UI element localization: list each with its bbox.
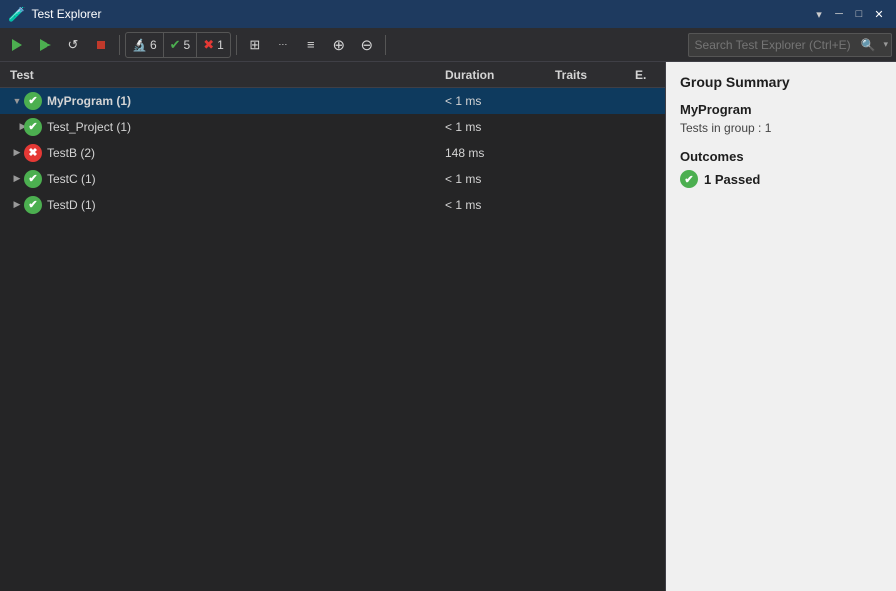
group-button[interactable]: ⊞: [242, 32, 268, 58]
status-icon-passed: ✔: [24, 92, 42, 110]
col-header-e: E.: [635, 68, 665, 82]
table-row[interactable]: ▶ ✔ TestD (1) < 1 ms: [0, 192, 665, 218]
sort-button[interactable]: ≡: [298, 32, 324, 58]
column-headers: Test Duration Traits E.: [0, 62, 665, 88]
expand-icon[interactable]: ▶: [10, 198, 24, 212]
test-name: TestB (2): [47, 146, 445, 160]
test-name: MyProgram (1): [47, 94, 445, 108]
passed-count-button[interactable]: ✔ 5: [164, 33, 198, 57]
test-name: TestD (1): [47, 198, 445, 212]
test-duration: 148 ms: [445, 146, 555, 160]
test-duration: < 1 ms: [445, 198, 555, 212]
summary-title: Group Summary: [680, 74, 882, 90]
app-icon: 🧪: [8, 6, 25, 23]
more-button[interactable]: ⋯: [270, 32, 296, 58]
table-row[interactable]: ▶ ✖ TestB (2) 148 ms: [0, 140, 665, 166]
title-bar: 🧪 Test Explorer ▾ ─ □ ✕: [0, 0, 896, 28]
col-header-duration: Duration: [445, 68, 555, 82]
close-button[interactable]: ✕: [870, 5, 888, 23]
dropdown-arrow-btn[interactable]: ▾: [810, 5, 828, 23]
summary-panel: Group Summary MyProgram Tests in group :…: [666, 62, 896, 591]
stop-button[interactable]: [88, 32, 114, 58]
table-row[interactable]: ▼ ✔ MyProgram (1) < 1 ms: [0, 88, 665, 114]
summary-outcome-item: ✔ 1 Passed: [680, 170, 882, 188]
search-icon-button[interactable]: 🔍: [856, 38, 881, 52]
total-count-button[interactable]: 🔬 6: [126, 33, 164, 57]
add-button[interactable]: ⊕: [326, 32, 352, 58]
main-content: Test Duration Traits E. ▼ ✔ MyProgram (1…: [0, 62, 896, 591]
table-row[interactable]: ▶ ✔ Test_Project (1) < 1 ms: [0, 114, 665, 140]
flask-icon: 🔬: [132, 38, 147, 52]
expand-icon[interactable]: ▶: [10, 146, 24, 160]
separator-1: [119, 35, 120, 55]
summary-outcomes-title: Outcomes: [680, 149, 882, 164]
outcome-passed-text: 1 Passed: [704, 172, 760, 187]
test-duration: < 1 ms: [445, 172, 555, 186]
window-controls: ▾ ─ □ ✕: [810, 5, 888, 23]
test-name: TestC (1): [47, 172, 445, 186]
separator-2: [236, 35, 237, 55]
test-duration: < 1 ms: [445, 94, 555, 108]
summary-group-name: MyProgram: [680, 102, 882, 117]
failed-icon: ✖: [203, 37, 214, 53]
filter-group: 🔬 6 ✔ 5 ✖ 1: [125, 32, 231, 58]
passed-count: 5: [184, 38, 191, 52]
status-icon-passed: ✔: [24, 196, 42, 214]
col-header-traits: Traits: [555, 68, 635, 82]
expand-icon[interactable]: ▼: [10, 94, 24, 108]
minimize-button[interactable]: ─: [830, 5, 848, 23]
col-header-test: Test: [0, 68, 445, 82]
rerun-button[interactable]: ↺: [60, 32, 86, 58]
toolbar: ↺ 🔬 6 ✔ 5 ✖ 1 ⊞ ⋯ ≡ ⊕ ⊖: [0, 28, 896, 62]
test-list: ▼ ✔ MyProgram (1) < 1 ms ▶ ✔ Test_Projec…: [0, 88, 665, 591]
run-button[interactable]: [32, 32, 58, 58]
maximize-button[interactable]: □: [850, 5, 868, 23]
remove-button[interactable]: ⊖: [354, 32, 380, 58]
expand-icon[interactable]: ▶: [10, 172, 24, 186]
passed-icon: ✔: [170, 37, 181, 53]
test-duration: < 1 ms: [445, 120, 555, 134]
separator-3: [385, 35, 386, 55]
status-icon-failed: ✖: [24, 144, 42, 162]
table-row[interactable]: ▶ ✔ TestC (1) < 1 ms: [0, 166, 665, 192]
status-icon-passed: ✔: [24, 118, 42, 136]
failed-count-button[interactable]: ✖ 1: [197, 33, 230, 57]
total-count: 6: [150, 38, 157, 52]
search-input[interactable]: [689, 38, 856, 52]
expand-icon[interactable]: ▶: [10, 120, 24, 134]
title-bar-left: 🧪 Test Explorer: [8, 6, 101, 23]
outcome-passed-icon: ✔: [680, 170, 698, 188]
summary-tests-label: Tests in group : 1: [680, 121, 882, 135]
search-dropdown-button[interactable]: ▾: [880, 39, 891, 50]
window-title: Test Explorer: [31, 7, 101, 21]
status-icon-passed: ✔: [24, 170, 42, 188]
search-box: 🔍 ▾: [688, 33, 892, 57]
test-name: Test_Project (1): [47, 120, 445, 134]
failed-count: 1: [217, 38, 224, 52]
run-all-button[interactable]: [4, 32, 30, 58]
test-panel: Test Duration Traits E. ▼ ✔ MyProgram (1…: [0, 62, 666, 591]
